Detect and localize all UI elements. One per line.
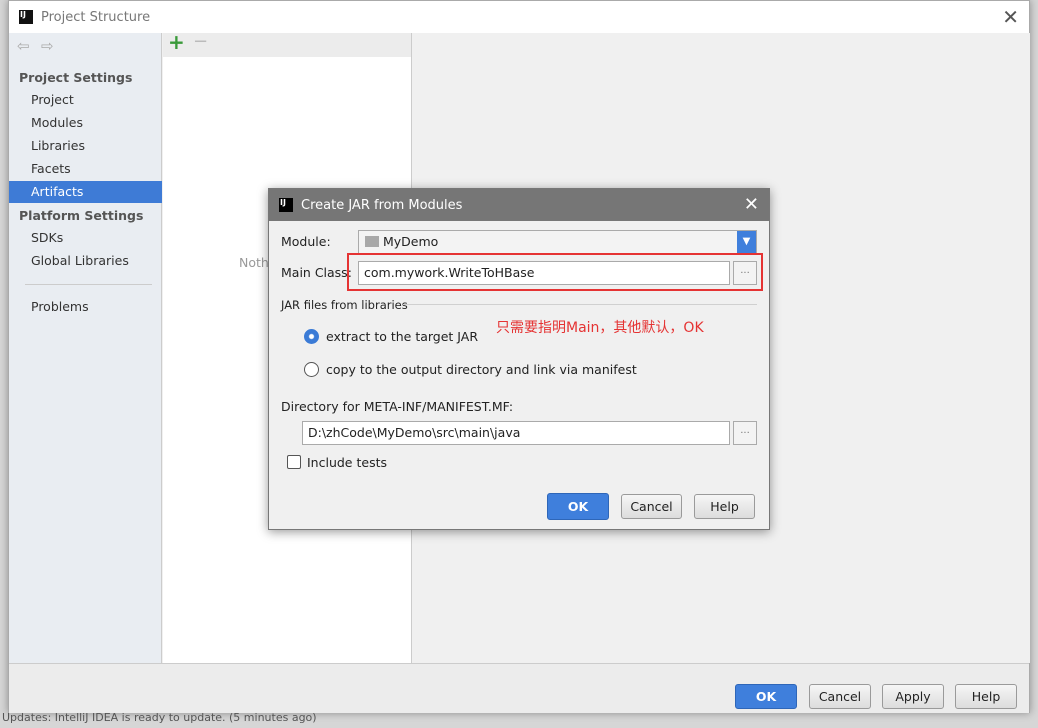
sidebar-item-artifacts[interactable]: Artifacts	[9, 181, 162, 203]
divider	[25, 284, 152, 285]
include-tests-label[interactable]: Include tests	[307, 455, 387, 470]
browse-main-class-button[interactable]: ...	[733, 261, 757, 285]
cancel-button[interactable]: Cancel	[809, 684, 871, 709]
annotation-text: 只需要指明Main，其他默认，OK	[496, 320, 704, 336]
ok-button[interactable]: OK	[735, 684, 797, 709]
status-bar: Updates: IntelliJ IDEA is ready to updat…	[2, 711, 317, 724]
module-value: MyDemo	[383, 234, 439, 249]
copy-radio[interactable]	[304, 362, 319, 377]
copy-radio-label[interactable]: copy to the output directory and link vi…	[326, 362, 637, 377]
section-project-settings: Project Settings	[19, 70, 133, 85]
apply-button[interactable]: Apply	[882, 684, 944, 709]
module-folder-icon	[365, 236, 379, 247]
extract-radio[interactable]	[304, 329, 319, 344]
dialog-help-button[interactable]: Help	[694, 494, 755, 519]
back-arrow-icon[interactable]: ⇦	[17, 37, 30, 55]
window-title-bar: IJ Project Structure ✕	[9, 1, 1029, 33]
dialog-ok-button[interactable]: OK	[547, 493, 609, 520]
main-class-label: Main Class:	[281, 265, 352, 280]
empty-text: Noth	[239, 255, 269, 270]
dialog-title: Create JAR from Modules	[301, 197, 463, 213]
manifest-label: Directory for META-INF/MANIFEST.MF:	[281, 399, 514, 414]
section-platform-settings: Platform Settings	[19, 208, 144, 223]
jar-files-label: JAR files from libraries	[281, 298, 408, 312]
manifest-directory-input[interactable]: D:\zhCode\MyDemo\src\main\java	[302, 421, 730, 445]
sidebar-item-sdks[interactable]: SDKs	[9, 227, 162, 249]
close-dialog-button[interactable]: ✕	[744, 194, 759, 215]
sidebar-item-project[interactable]: Project	[9, 89, 162, 111]
sidebar: ⇦ ⇨ Project Settings Project Modules Lib…	[9, 33, 162, 663]
module-dropdown[interactable]: MyDemo ▼	[358, 230, 757, 254]
bottom-button-bar: OK Cancel Apply Help	[9, 663, 1029, 713]
add-icon[interactable]: +	[168, 30, 185, 54]
extract-radio-label[interactable]: extract to the target JAR	[326, 329, 478, 344]
divider	[403, 304, 757, 305]
sidebar-item-libraries[interactable]: Libraries	[9, 135, 162, 157]
remove-icon[interactable]: −	[193, 31, 208, 52]
browse-manifest-button[interactable]: ...	[733, 421, 757, 445]
include-tests-checkbox[interactable]	[287, 455, 301, 469]
create-jar-dialog: IJ Create JAR from Modules ✕ Module: MyD…	[268, 188, 770, 530]
dialog-cancel-button[interactable]: Cancel	[621, 494, 682, 519]
module-label: Module:	[281, 234, 331, 249]
close-window-button[interactable]: ✕	[1002, 5, 1019, 29]
intellij-logo-icon: IJ	[19, 10, 33, 24]
artifacts-toolbar: + −	[163, 30, 411, 57]
sidebar-item-global-libraries[interactable]: Global Libraries	[9, 250, 162, 272]
window-title: Project Structure	[41, 9, 151, 25]
intellij-logo-icon: IJ	[279, 198, 293, 212]
sidebar-item-problems[interactable]: Problems	[9, 296, 162, 318]
sidebar-item-modules[interactable]: Modules	[9, 112, 162, 134]
chevron-down-icon[interactable]: ▼	[737, 231, 756, 253]
help-button[interactable]: Help	[955, 684, 1017, 709]
forward-arrow-icon[interactable]: ⇨	[41, 37, 54, 55]
dialog-title-bar: IJ Create JAR from Modules ✕	[269, 189, 769, 221]
sidebar-item-facets[interactable]: Facets	[9, 158, 162, 180]
main-class-input[interactable]: com.mywork.WriteToHBase	[358, 261, 730, 285]
